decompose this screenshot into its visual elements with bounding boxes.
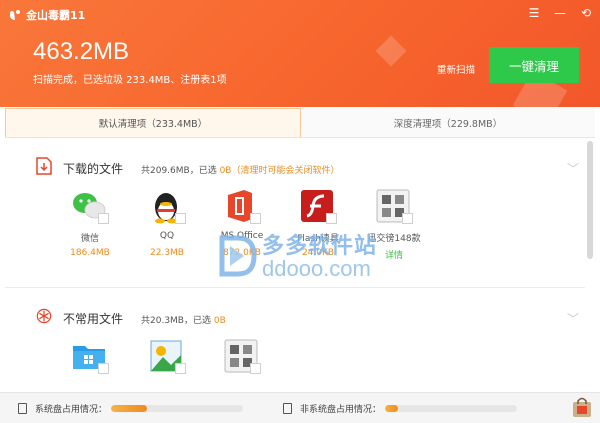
section-header[interactable]: 下载的文件 共209.6MB，已选 0B（清理时可能会关闭软件） ﹀ [5, 153, 585, 181]
back-icon[interactable]: ⟲ [580, 6, 592, 20]
stat-total: 共20.3MB，已选 [141, 316, 214, 326]
stat-total: 共209.6MB，已选 [141, 166, 220, 176]
footer: 系统盘占用情况： 非系统盘占用情况： [0, 392, 600, 423]
system-disk-label: 系统盘占用情况： [35, 405, 108, 415]
non-system-disk-bar [385, 405, 518, 412]
section-header[interactable]: 不常用文件 共20.3MB，已选 0B ﹀ [5, 303, 585, 331]
watermark-en: ddooo.com [262, 256, 371, 281]
snowflake-icon [36, 308, 52, 324]
scan-info: 扫描完成，已选垃圾 233.4MB、注册表1项 [33, 75, 227, 86]
one-click-clean-button[interactable]: 一键清理 [489, 47, 579, 83]
item-size: 22.3MB [150, 248, 184, 258]
item-name: QQ [159, 231, 175, 241]
duba-logo-icon [10, 10, 20, 20]
stat-note: （清理时可能会关闭软件） [231, 166, 340, 176]
section-title: 不常用文件 [63, 312, 124, 326]
decor-shape [375, 35, 407, 67]
item-checkbox[interactable] [326, 213, 337, 224]
non-system-disk-usage: 非系统盘占用情况： [283, 402, 518, 415]
system-disk-bar-fill [111, 405, 147, 412]
tab-default-clean[interactable]: 默认清理项（233.4MB） [5, 108, 301, 137]
item-checkbox[interactable] [98, 363, 109, 374]
item-checkbox[interactable] [250, 363, 261, 374]
shopping-bag-icon[interactable] [571, 396, 593, 418]
section-stat: 共209.6MB，已选 0B（清理时可能会关闭软件） [141, 163, 340, 176]
item-checkbox[interactable] [175, 213, 186, 224]
chevron-down-icon[interactable]: ﹀ [567, 160, 579, 177]
tab-bar: 默认清理项（233.4MB） 深度清理项（229.8MB） [5, 108, 595, 138]
app-title: 金山毒霸11 [26, 9, 86, 22]
system-disk-usage: 系统盘占用情况： [18, 402, 244, 415]
section-title: 下载的文件 [63, 162, 124, 176]
tab-deep-clean[interactable]: 深度清理项（229.8MB） [301, 108, 595, 137]
watermark: 多多软件站 ddooo.com [218, 228, 418, 288]
download-file-icon [36, 157, 52, 175]
disk-icon [18, 403, 27, 414]
non-system-disk-label: 非系统盘占用情况： [300, 405, 382, 415]
disk-icon [283, 403, 292, 414]
window-controls: ☰ — ⟲ [528, 6, 592, 20]
watermark-logo-icon [219, 235, 257, 277]
non-system-disk-bar-fill [385, 405, 399, 412]
section-stat: 共20.3MB，已选 0B [141, 313, 226, 326]
menu-icon[interactable]: ☰ [528, 6, 540, 20]
item-name: 微信 [80, 234, 99, 244]
minimize-icon[interactable]: — [554, 6, 566, 20]
clean-list: 下载的文件 共209.6MB，已选 0B（清理时可能会关闭软件） ﹀ 微信 18… [5, 139, 595, 391]
item-size: 186.4MB [70, 248, 110, 258]
rescan-link[interactable]: 重新扫描 [437, 62, 475, 76]
stat-selected: 0B [219, 166, 232, 176]
scrollbar[interactable] [587, 141, 593, 259]
header: 金山毒霸11 ☰ — ⟲ 463.2MB 扫描完成，已选垃圾 233.4MB、注… [0, 0, 600, 107]
app-brand: 金山毒霸11 [8, 7, 85, 23]
item-checkbox[interactable] [402, 213, 413, 224]
item-checkbox[interactable] [250, 213, 261, 224]
system-disk-bar [111, 405, 244, 412]
chevron-down-icon[interactable]: ﹀ [567, 310, 579, 327]
item-checkbox[interactable] [98, 213, 109, 224]
stat-selected: 0B [213, 316, 226, 326]
item-checkbox[interactable] [175, 363, 186, 374]
total-size: 463.2MB [33, 38, 130, 65]
